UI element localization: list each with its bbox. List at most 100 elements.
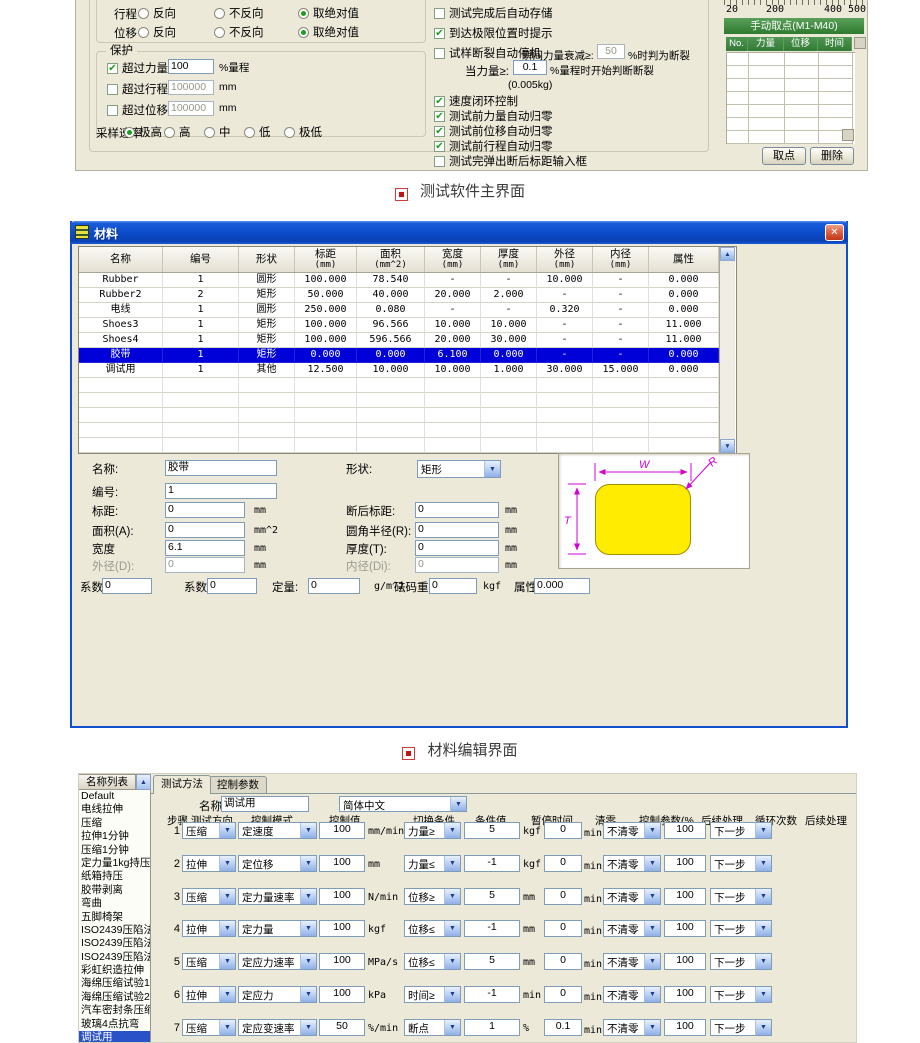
checkbox-测试完弹出断后标距输入框[interactable]: 测试完弹出断后标距输入框 bbox=[434, 153, 587, 169]
step-condition-dropdown[interactable]: 时间≥▼ bbox=[404, 986, 461, 1003]
checkbox-测试前位移自动归零[interactable]: ✔测试前位移自动归零 bbox=[434, 123, 553, 139]
vertical-scrollbar[interactable]: ▲ ▼ bbox=[719, 247, 735, 453]
step-condition-dropdown[interactable]: 力量≤▼ bbox=[404, 855, 461, 872]
step-param-input[interactable]: 100 bbox=[664, 888, 706, 905]
step-pause-input[interactable]: 0 bbox=[544, 855, 582, 872]
step-value-input[interactable]: 100 bbox=[319, 855, 365, 872]
field-input[interactable]: 0 bbox=[207, 578, 257, 594]
step-clear-dropdown[interactable]: 不清零▼ bbox=[603, 888, 661, 905]
sidebar-item-selected[interactable]: 调试用 bbox=[79, 1031, 150, 1043]
table-row[interactable]: 电线1圆形250.0000.080--0.320-0.000 bbox=[79, 303, 719, 318]
sidebar-item[interactable]: 海绵压缩试验2 bbox=[79, 991, 150, 1004]
step-next-dropdown[interactable]: 下一步▼ bbox=[710, 953, 772, 970]
step-next-dropdown[interactable]: 下一步▼ bbox=[710, 888, 772, 905]
radio-极高[interactable]: 极高 bbox=[124, 124, 162, 140]
sidebar-item[interactable]: 玻璃4点抗弯 bbox=[79, 1018, 150, 1031]
step-value-input[interactable]: 100 bbox=[319, 986, 365, 1003]
sidebar-item[interactable]: 汽车密封条压缩 bbox=[79, 1004, 150, 1017]
sidebar-item[interactable]: 定力量1kg持压 bbox=[79, 857, 150, 870]
radio-反向[interactable]: 反向 bbox=[138, 24, 176, 40]
step-pause-input[interactable]: 0.1 bbox=[544, 1019, 582, 1036]
step-next-dropdown[interactable]: 下一步▼ bbox=[710, 986, 772, 1003]
sidebar-item[interactable]: ISO2439压陷法 bbox=[79, 937, 150, 950]
step-next-dropdown[interactable]: 下一步▼ bbox=[710, 822, 772, 839]
field-input[interactable]: 0 bbox=[308, 578, 360, 594]
step-direction-dropdown[interactable]: 拉伸▼ bbox=[182, 986, 236, 1003]
field-input[interactable]: 0 bbox=[165, 522, 245, 538]
step-mode-dropdown[interactable]: 定力量速率▼ bbox=[238, 888, 317, 905]
step-clear-dropdown[interactable]: 不清零▼ bbox=[603, 953, 661, 970]
radio-不反向[interactable]: 不反向 bbox=[214, 5, 264, 21]
table-row[interactable]: Shoes31矩形100.00096.56610.00010.000--11.0… bbox=[79, 318, 719, 333]
step-condition-value-input[interactable]: 5 bbox=[464, 822, 520, 839]
tab-测试方法[interactable]: 测试方法 bbox=[153, 775, 211, 794]
radio-高[interactable]: 高 bbox=[164, 124, 191, 140]
checkbox-速度闭环控制[interactable]: ✔速度闭环控制 bbox=[434, 93, 518, 109]
field-input[interactable]: 0 bbox=[165, 502, 245, 518]
sidebar-item[interactable]: ISO2439压陷法 bbox=[79, 951, 150, 964]
checkbox-超过力量[interactable]: ✔超过力量 bbox=[107, 60, 168, 76]
method-name-input[interactable]: 调试用 bbox=[221, 796, 309, 812]
step-condition-value-input[interactable]: -1 bbox=[464, 855, 520, 872]
sidebar-item[interactable]: 弯曲 bbox=[79, 897, 150, 910]
step-clear-dropdown[interactable]: 不清零▼ bbox=[603, 822, 661, 839]
step-mode-dropdown[interactable]: 定应力▼ bbox=[238, 986, 317, 1003]
sidebar-item[interactable]: 电线拉伸 bbox=[79, 803, 150, 816]
column-header[interactable]: 名称 bbox=[79, 247, 163, 272]
column-header[interactable]: 面积(mm^2) bbox=[357, 247, 425, 272]
step-direction-dropdown[interactable]: 压缩▼ bbox=[182, 822, 236, 839]
step-direction-dropdown[interactable]: 压缩▼ bbox=[182, 888, 236, 905]
step-pause-input[interactable]: 0 bbox=[544, 920, 582, 937]
field-input[interactable]: 6.1 bbox=[165, 540, 245, 556]
shape-dropdown[interactable]: 矩形▼ bbox=[417, 460, 501, 478]
sidebar-item[interactable]: ISO2439压陷法 bbox=[79, 924, 150, 937]
radio-取绝对值[interactable]: 取绝对值 bbox=[298, 24, 359, 40]
checkbox-到达极限位置时提示[interactable]: ✔到达极限位置时提示 bbox=[434, 25, 553, 41]
column-header[interactable]: 内径(mm) bbox=[593, 247, 649, 272]
step-mode-dropdown[interactable]: 定位移▼ bbox=[238, 855, 317, 872]
sidebar-item[interactable]: 拉伸1分钟 bbox=[79, 830, 150, 843]
step-value-input[interactable]: 100 bbox=[319, 920, 365, 937]
tab-控制参数[interactable]: 控制参数 bbox=[209, 776, 267, 793]
step-direction-dropdown[interactable]: 拉伸▼ bbox=[182, 920, 236, 937]
step-pause-input[interactable]: 0 bbox=[544, 888, 582, 905]
radio-中[interactable]: 中 bbox=[204, 124, 231, 140]
step-pause-input[interactable]: 0 bbox=[544, 986, 582, 1003]
protection-value-input[interactable]: 100 bbox=[168, 59, 214, 74]
column-header[interactable]: 标距(mm) bbox=[295, 247, 357, 272]
step-condition-dropdown[interactable]: 断点▼ bbox=[404, 1019, 461, 1036]
step-condition-dropdown[interactable]: 位移≤▼ bbox=[404, 953, 461, 970]
field-input[interactable]: 0 bbox=[415, 502, 499, 518]
protection-value-input[interactable]: 100000 bbox=[168, 80, 214, 95]
step-next-dropdown[interactable]: 下一步▼ bbox=[710, 1019, 772, 1036]
step-param-input[interactable]: 100 bbox=[664, 986, 706, 1003]
delete-button[interactable]: 删除 bbox=[810, 147, 854, 165]
field-input[interactable]: 0 bbox=[415, 557, 499, 573]
step-condition-dropdown[interactable]: 位移≥▼ bbox=[404, 888, 461, 905]
manual-points-table[interactable] bbox=[726, 52, 855, 144]
scroll-down-button[interactable]: ▼ bbox=[720, 439, 735, 453]
radio-反向[interactable]: 反向 bbox=[138, 5, 176, 21]
column-header[interactable]: 宽度(mm) bbox=[425, 247, 481, 272]
sidebar-item[interactable]: 彩虹织造拉伸 bbox=[79, 964, 150, 977]
sidebar-item[interactable]: 胶带剥离 bbox=[79, 884, 150, 897]
sidebar-item[interactable]: 海绵压缩试验1 bbox=[79, 977, 150, 990]
step-direction-dropdown[interactable]: 压缩▼ bbox=[182, 953, 236, 970]
step-next-dropdown[interactable]: 下一步▼ bbox=[710, 920, 772, 937]
radio-极低[interactable]: 极低 bbox=[284, 124, 322, 140]
protection-value-input[interactable]: 100000 bbox=[168, 101, 214, 116]
step-clear-dropdown[interactable]: 不清零▼ bbox=[603, 986, 661, 1003]
field-input[interactable]: 0 bbox=[415, 522, 499, 538]
step-pause-input[interactable]: 0 bbox=[544, 822, 582, 839]
step-pause-input[interactable]: 0 bbox=[544, 953, 582, 970]
sidebar-item[interactable]: 压缩1分钟 bbox=[79, 844, 150, 857]
field-input[interactable]: 1 bbox=[165, 483, 277, 499]
checkbox-超过行程[interactable]: 超过行程 bbox=[107, 81, 168, 97]
step-clear-dropdown[interactable]: 不清零▼ bbox=[603, 920, 661, 937]
step-mode-dropdown[interactable]: 定速度▼ bbox=[238, 822, 317, 839]
step-condition-value-input[interactable]: -1 bbox=[464, 920, 520, 937]
close-button[interactable]: ✕ bbox=[825, 224, 844, 241]
scroll-up-button[interactable]: ▲ bbox=[136, 774, 151, 790]
field-input[interactable]: 0.000 bbox=[534, 578, 590, 594]
step-condition-value-input[interactable]: 1 bbox=[464, 1019, 520, 1036]
